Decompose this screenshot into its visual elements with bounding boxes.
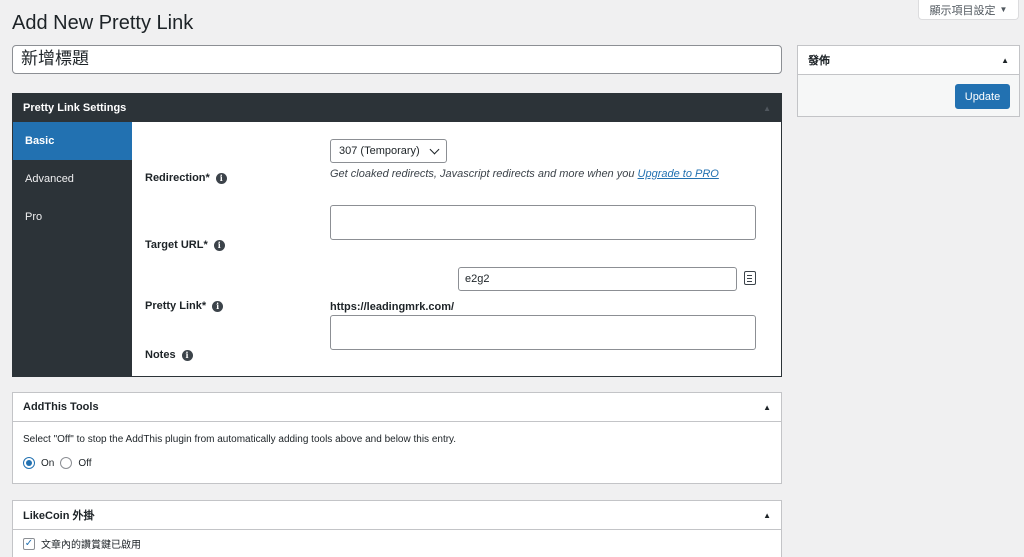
pretty-link-slug-input[interactable]: e2g2 [458,267,737,291]
target-url-input[interactable] [330,205,756,240]
notes-label-row: Notes i [145,349,193,361]
publish-header[interactable]: 發佈 ▲ [798,46,1019,75]
notes-label: Notes [145,349,176,361]
addthis-radio-group: On Off [23,457,771,469]
info-icon[interactable]: i [215,172,227,184]
addthis-off-label: Off [78,457,92,469]
addthis-tools-box: AddThis Tools ▲ Select "Off" to stop the… [12,392,782,484]
tab-pro[interactable]: Pro [13,198,132,236]
likecoin-title: LikeCoin 外掛 [23,510,95,522]
likecoin-header[interactable]: LikeCoin 外掛 ▲ [13,501,781,530]
settings-content: Redirection* i 307 (Temporary) Get cloak… [132,122,781,376]
page-title: Add New Pretty Link [12,12,194,34]
arrow-up-icon[interactable]: ▲ [763,403,771,412]
addthis-title: AddThis Tools [23,401,99,413]
redirection-label-row: Redirection* i [145,172,227,184]
publish-title: 發佈 [808,54,830,67]
redirection-hint: Get cloaked redirects, Javascript redire… [330,168,719,180]
info-icon[interactable]: i [213,239,225,251]
pretty-link-base-url: https://leadingmrk.com/ [330,301,455,313]
tab-advanced[interactable]: Advanced [13,160,132,198]
arrow-up-icon[interactable]: ▲ [1001,56,1009,65]
pretty-link-settings-box: Pretty Link Settings ▲ Basic Advanced Pr… [12,93,782,377]
notes-input[interactable] [330,315,756,350]
update-button[interactable]: Update [955,84,1010,109]
screen-options-button[interactable]: 顯示項目設定 ▼ [918,0,1019,20]
likecoin-checkbox-label: 文章內的讚賞鍵已啟用 [41,540,141,551]
redirection-hint-text: Get cloaked redirects, Javascript redire… [330,168,638,180]
redirection-selected: 307 (Temporary) [339,145,420,157]
addthis-off-radio[interactable] [60,457,73,469]
settings-header[interactable]: Pretty Link Settings ▲ [13,94,781,122]
likecoin-box: LikeCoin 外掛 ▲ ✓ 文章內的讚賞鍵已啟用 [12,500,782,557]
likecoin-checkbox[interactable]: ✓ [23,537,35,550]
target-url-label-row: Target URL* i [145,239,225,251]
caret-down-icon: ▼ [999,5,1008,14]
chevron-down-icon [429,144,440,154]
screen-options-label: 顯示項目設定 [929,4,996,17]
redirection-select[interactable]: 307 (Temporary) [330,139,447,163]
arrow-up-icon[interactable]: ▲ [763,104,771,113]
redirection-label: Redirection* [145,172,210,184]
tab-basic[interactable]: Basic [13,122,132,160]
settings-title: Pretty Link Settings [23,102,127,114]
addthis-header[interactable]: AddThis Tools ▲ [13,393,781,422]
publish-box: 發佈 ▲ Update [797,45,1020,117]
target-url-label: Target URL* [145,239,208,251]
settings-tabs: Basic Advanced Pro [13,122,132,376]
arrow-up-icon[interactable]: ▲ [763,511,771,520]
addthis-description: Select "Off" to stop the AddThis plugin … [23,434,457,445]
clipboard-icon[interactable] [744,271,756,285]
addthis-on-label: On [41,457,55,469]
addthis-on-radio[interactable] [23,457,35,469]
info-icon[interactable]: i [181,349,193,361]
pretty-link-label-row: Pretty Link* i [145,300,224,312]
pretty-link-label: Pretty Link* [145,300,207,312]
title-input[interactable]: 新增標題 [12,45,782,74]
info-icon[interactable]: i [212,300,224,312]
upgrade-to-pro-link[interactable]: Upgrade to PRO [638,168,719,180]
